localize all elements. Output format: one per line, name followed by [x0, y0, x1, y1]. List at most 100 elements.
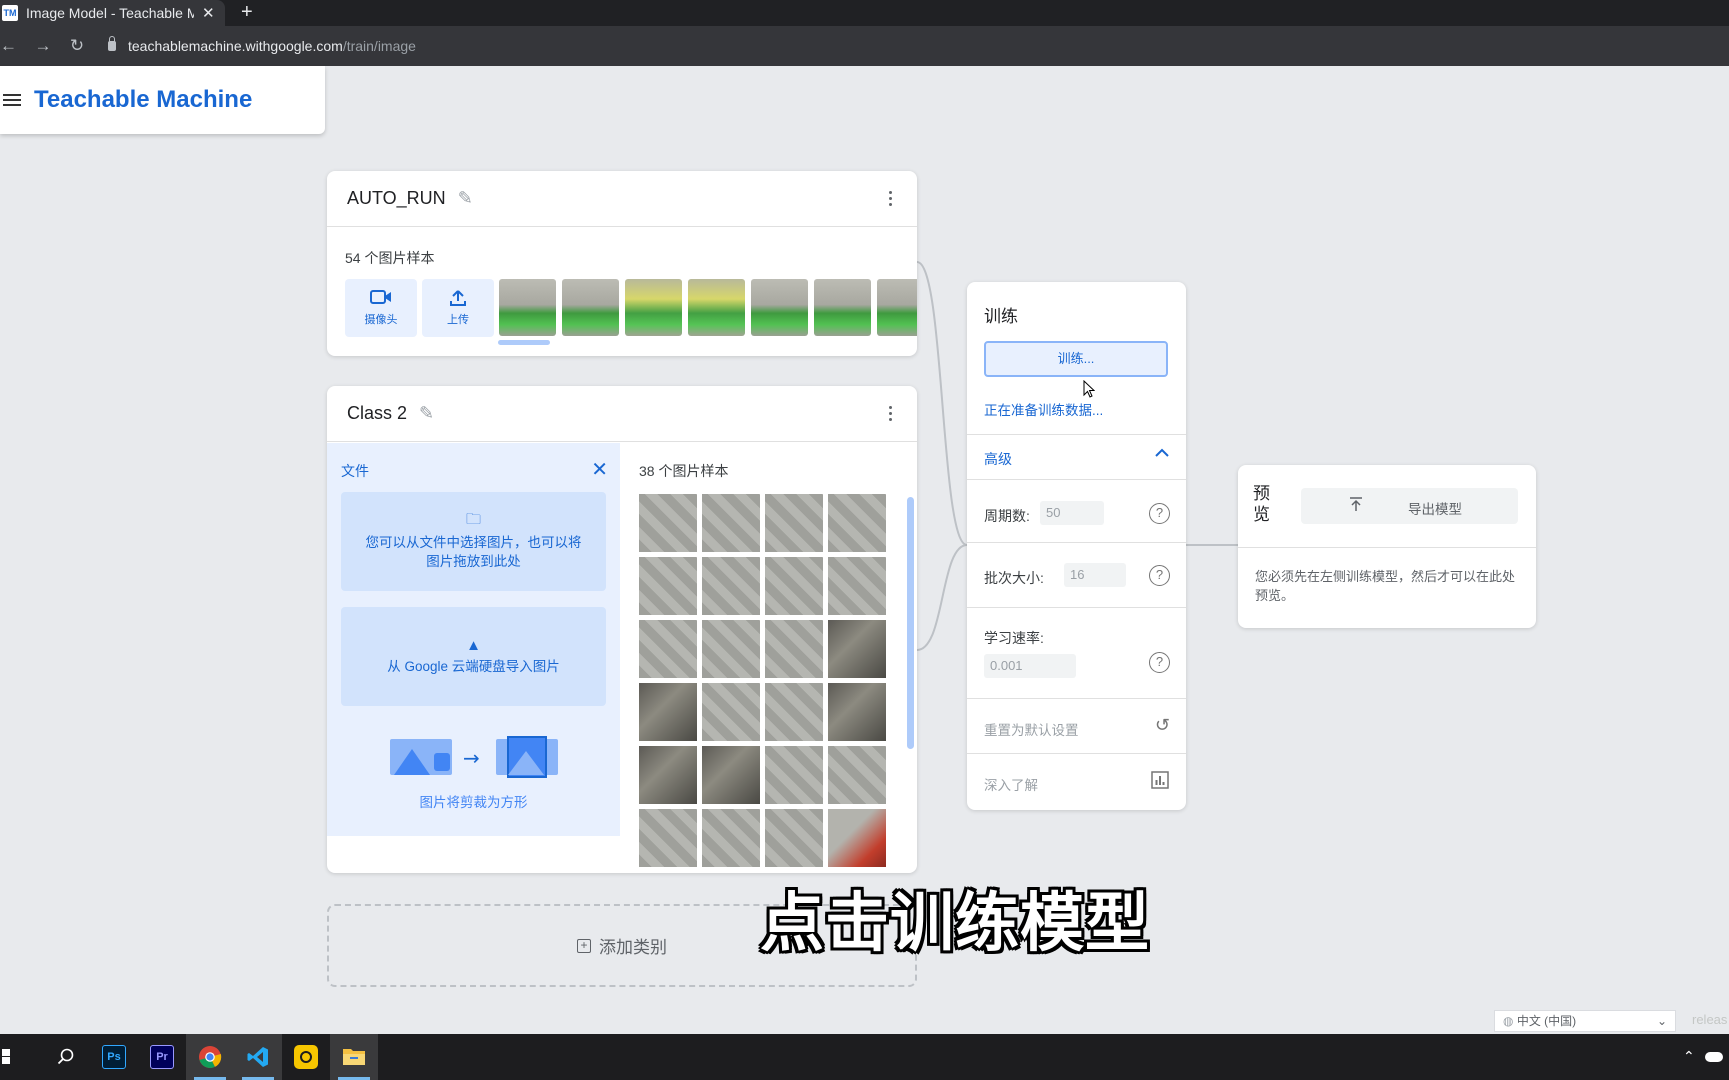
video-subtitle: 点击训练模型: [760, 887, 1150, 961]
epochs-label: 周期数:: [984, 508, 1030, 524]
tray-chevron-up-icon[interactable]: ⌃: [1683, 1048, 1695, 1065]
sample-thumbnail[interactable]: [828, 746, 886, 804]
svg-text:→: →: [463, 746, 480, 770]
sample-thumbnail[interactable]: [765, 494, 823, 552]
upload-label: 上传: [447, 314, 469, 326]
advanced-label: 高级: [984, 451, 1012, 467]
sample-thumbnail[interactable]: [639, 494, 697, 552]
sample-thumbnail[interactable]: [639, 557, 697, 615]
preview-card: 预览 导出模型 您必须先在左侧训练模型，然后才可以在此处预览。: [1238, 465, 1536, 628]
webcam-button[interactable]: 摄像头: [345, 279, 417, 337]
sample-thumbnail[interactable]: [877, 279, 917, 336]
upload-button[interactable]: 上传: [422, 279, 494, 337]
sample-thumbnail[interactable]: [702, 809, 760, 867]
edit-pencil-icon[interactable]: ✎: [458, 188, 473, 209]
crop-illustration: →: [390, 736, 558, 778]
divider: [1238, 547, 1536, 548]
sample-thumbnail[interactable]: [639, 746, 697, 804]
sample-grid: [639, 494, 899, 873]
mouse-cursor-icon: [1083, 380, 1095, 398]
onedrive-cloud-icon[interactable]: [1705, 1052, 1723, 1062]
dropdown-arrow-icon: ⌄: [1656, 1014, 1667, 1028]
class-card-auto-run: AUTO_RUN ✎ 54 个图片样本 摄像头 上传: [327, 171, 917, 356]
train-model-button[interactable]: 训练...: [984, 341, 1168, 377]
more-options-icon[interactable]: [889, 191, 893, 209]
vscode-icon[interactable]: [234, 1034, 282, 1080]
sample-thumbnail[interactable]: [702, 746, 760, 804]
class-name[interactable]: AUTO_RUN: [347, 188, 446, 209]
file-upload-panel: 文件 ✕ 🗀 您可以从文件中选择图片，也可以将图片拖放到此处 ▲ 从 Googl…: [327, 443, 620, 836]
sample-thumbnail[interactable]: [499, 279, 556, 336]
help-icon[interactable]: ?: [1149, 503, 1170, 524]
language-select[interactable]: ◍ 中文 (中国) ⌄: [1494, 1010, 1676, 1032]
epochs-input[interactable]: 50: [1040, 501, 1104, 525]
learning-rate-input[interactable]: 0.001: [984, 654, 1076, 678]
preview-title: 预览: [1253, 484, 1270, 524]
sample-thumbnail[interactable]: [751, 279, 808, 336]
batch-size-select[interactable]: 16: [1064, 563, 1126, 587]
sample-thumbnail[interactable]: [828, 494, 886, 552]
sample-thumbnail[interactable]: [562, 279, 619, 336]
advanced-toggle[interactable]: 高级: [967, 435, 1186, 479]
grid-scrollbar[interactable]: [907, 497, 914, 749]
divider: [967, 607, 1186, 608]
upload-icon: [422, 289, 494, 311]
help-icon[interactable]: ?: [1149, 565, 1170, 586]
app-yellow-icon[interactable]: [282, 1034, 330, 1080]
release-notes-link[interactable]: releas: [1692, 1012, 1727, 1027]
premiere-icon[interactable]: Pr: [138, 1034, 186, 1080]
sample-thumbnail[interactable]: [702, 557, 760, 615]
video-camera-icon: [345, 289, 417, 311]
export-upload-icon: [1349, 496, 1363, 517]
search-icon[interactable]: [42, 1034, 90, 1080]
windows-taskbar: Ps Pr ⌃: [0, 1034, 1729, 1080]
class-name[interactable]: Class 2: [347, 403, 407, 424]
sample-thumbnail[interactable]: [765, 809, 823, 867]
sample-thumbnail[interactable]: [688, 279, 745, 336]
sample-thumbnail[interactable]: [702, 494, 760, 552]
class-card-class-2: Class 2 ✎ 文件 ✕ 🗀 您可以从文件中选择图片，也可以将图片拖放到此处…: [327, 386, 917, 873]
sample-thumbnail[interactable]: [702, 620, 760, 678]
sample-thumbnail[interactable]: [765, 620, 823, 678]
learn-more-button[interactable]: 深入了解: [967, 754, 1186, 808]
google-drive-button[interactable]: ▲ 从 Google 云端硬盘导入图片: [341, 607, 606, 706]
sample-thumbnail[interactable]: [828, 809, 886, 867]
chart-icon: [1151, 771, 1169, 794]
folder-icon: 🗀: [465, 511, 481, 528]
sample-thumbnail[interactable]: [625, 279, 682, 336]
google-drive-icon: ▲: [466, 637, 481, 654]
learn-more-label: 深入了解: [984, 778, 1038, 793]
training-status: 正在准备训练数据...: [984, 403, 1104, 418]
training-title: 训练: [984, 307, 1018, 326]
sample-thumbnail[interactable]: [828, 683, 886, 741]
photoshop-icon[interactable]: Ps: [90, 1034, 138, 1080]
reset-defaults-button[interactable]: 重置为默认设置 ↺: [967, 699, 1186, 753]
windows-start-icon[interactable]: [0, 1034, 14, 1080]
class-header: Class 2 ✎: [327, 386, 917, 442]
thumbnail-scrollbar[interactable]: [498, 340, 550, 345]
drive-text: 从 Google 云端硬盘导入图片: [387, 659, 560, 674]
choose-files-text: 您可以从文件中选择图片，也可以将图片拖放到此处: [365, 535, 582, 569]
sample-thumbnail[interactable]: [639, 620, 697, 678]
class-header: AUTO_RUN ✎: [327, 171, 917, 227]
export-model-button[interactable]: 导出模型: [1301, 488, 1518, 524]
sample-thumbnail[interactable]: [765, 683, 823, 741]
edit-pencil-icon[interactable]: ✎: [419, 403, 434, 424]
sample-thumbnail[interactable]: [765, 746, 823, 804]
sample-thumbnail[interactable]: [828, 620, 886, 678]
sample-thumbnail[interactable]: [702, 683, 760, 741]
sample-thumbnail[interactable]: [639, 683, 697, 741]
divider: [967, 479, 1186, 480]
file-explorer-icon[interactable]: [330, 1034, 378, 1080]
close-icon[interactable]: ✕: [591, 457, 608, 482]
sample-thumbnail[interactable]: [814, 279, 871, 336]
choose-files-dropzone[interactable]: 🗀 您可以从文件中选择图片，也可以将图片拖放到此处: [341, 492, 606, 591]
more-options-icon[interactable]: [889, 406, 893, 424]
train-button-label: 训练...: [1057, 351, 1095, 366]
sample-thumbnail[interactable]: [828, 557, 886, 615]
sample-thumbnail[interactable]: [765, 557, 823, 615]
chrome-icon[interactable]: [186, 1034, 234, 1080]
help-icon[interactable]: ?: [1149, 652, 1170, 673]
sample-thumbnail[interactable]: [639, 809, 697, 867]
learning-rate-label: 学习速率:: [984, 630, 1044, 646]
